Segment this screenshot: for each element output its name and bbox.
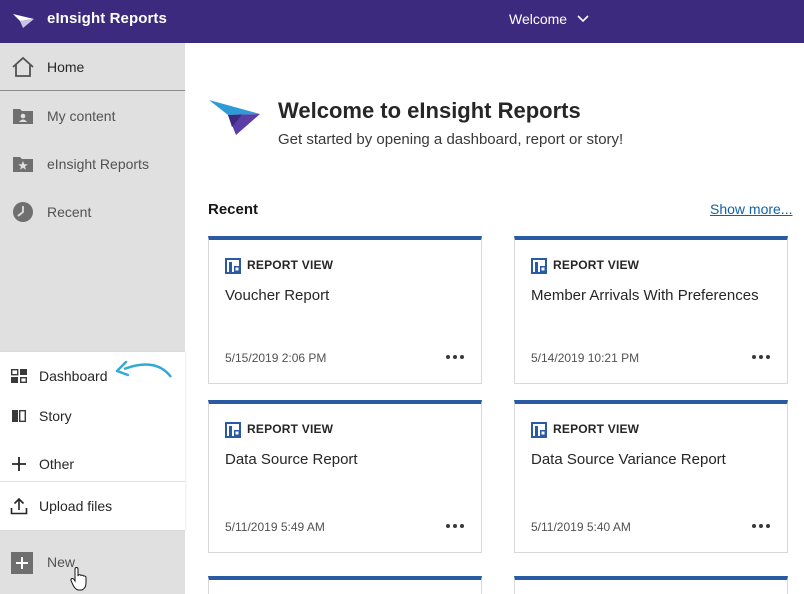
sidebar-item-label: My content [47, 108, 116, 124]
welcome-dropdown[interactable]: Welcome [509, 11, 589, 27]
user-folder-icon [11, 104, 35, 128]
top-header: eInsight Reports Welcome [0, 0, 804, 43]
recent-card-partial[interactable] [208, 576, 482, 594]
sidebar-item-home[interactable]: Home [0, 43, 185, 91]
upload-icon [10, 497, 28, 515]
book-icon [10, 407, 28, 425]
chevron-down-icon [577, 15, 589, 23]
star-folder-icon [11, 152, 35, 176]
sidebar-item-my-content[interactable]: My content [0, 92, 185, 140]
new-button[interactable]: New [0, 540, 185, 586]
sidebar-item-label: Recent [47, 204, 92, 220]
card-type-label: REPORT VIEW [553, 258, 640, 272]
sidebar-item-recent[interactable]: Recent [0, 188, 185, 236]
plus-icon [10, 455, 28, 473]
card-date: 5/11/2019 5:49 AM [225, 520, 325, 534]
page-subtitle: Get started by opening a dashboard, repo… [278, 131, 624, 148]
report-view-icon [531, 258, 547, 274]
recent-card-partial[interactable] [514, 576, 788, 594]
card-title[interactable]: Data Source Report [225, 451, 358, 468]
recent-card[interactable]: REPORT VIEW Data Source Variance Report … [514, 400, 788, 553]
hand-cursor-icon [70, 567, 87, 591]
card-date: 5/11/2019 5:40 AM [531, 520, 631, 534]
report-view-icon [225, 422, 241, 438]
card-title[interactable]: Voucher Report [225, 287, 329, 304]
new-menu-item-label: Story [39, 408, 72, 424]
more-options-icon[interactable] [443, 347, 467, 367]
more-options-icon[interactable] [749, 516, 773, 536]
card-date: 5/15/2019 2:06 PM [225, 351, 327, 365]
new-menu-item-label: Upload files [39, 498, 113, 514]
menu-divider [0, 481, 185, 482]
dashboard-icon [10, 367, 28, 385]
card-type-label: REPORT VIEW [553, 422, 640, 436]
report-view-icon [531, 422, 547, 438]
clock-icon [11, 200, 35, 224]
new-menu-item-upload-files[interactable]: Upload files [0, 486, 185, 526]
card-title[interactable]: Data Source Variance Report [531, 451, 726, 468]
sidebar-item-label: eInsight Reports [47, 156, 149, 172]
new-menu-item-label: Other [39, 456, 75, 472]
new-menu-item-other[interactable]: Other [0, 444, 185, 484]
sidebar-item-einsight-reports[interactable]: eInsight Reports [0, 140, 185, 188]
app-logo-icon[interactable] [12, 10, 36, 30]
recent-card[interactable]: REPORT VIEW Member Arrivals With Prefere… [514, 236, 788, 384]
card-type-label: REPORT VIEW [247, 422, 334, 436]
page-title: Welcome to eInsight Reports [278, 98, 581, 123]
sidebar-item-label: Home [47, 58, 85, 75]
recent-card[interactable]: REPORT VIEW Voucher Report 5/15/2019 2:0… [208, 236, 482, 384]
home-icon [11, 55, 35, 79]
card-title[interactable]: Member Arrivals With Preferences [531, 287, 759, 304]
recent-card[interactable]: REPORT VIEW Data Source Report 5/11/2019… [208, 400, 482, 553]
einsight-logo-icon [209, 100, 260, 135]
add-icon [11, 552, 33, 574]
welcome-label: Welcome [509, 11, 568, 27]
report-view-icon [225, 258, 241, 274]
app-title[interactable]: eInsight Reports [47, 10, 167, 27]
card-date: 5/14/2019 10:21 PM [531, 351, 640, 365]
recent-section-title: Recent [208, 201, 259, 218]
show-more-link[interactable]: Show more... [710, 201, 792, 217]
curved-arrow-icon [115, 360, 172, 378]
more-options-icon[interactable] [749, 347, 773, 367]
card-type-label: REPORT VIEW [247, 258, 334, 272]
more-options-icon[interactable] [443, 516, 467, 536]
new-menu-item-story[interactable]: Story [0, 396, 185, 436]
new-menu-item-label: Dashboard [39, 368, 108, 384]
